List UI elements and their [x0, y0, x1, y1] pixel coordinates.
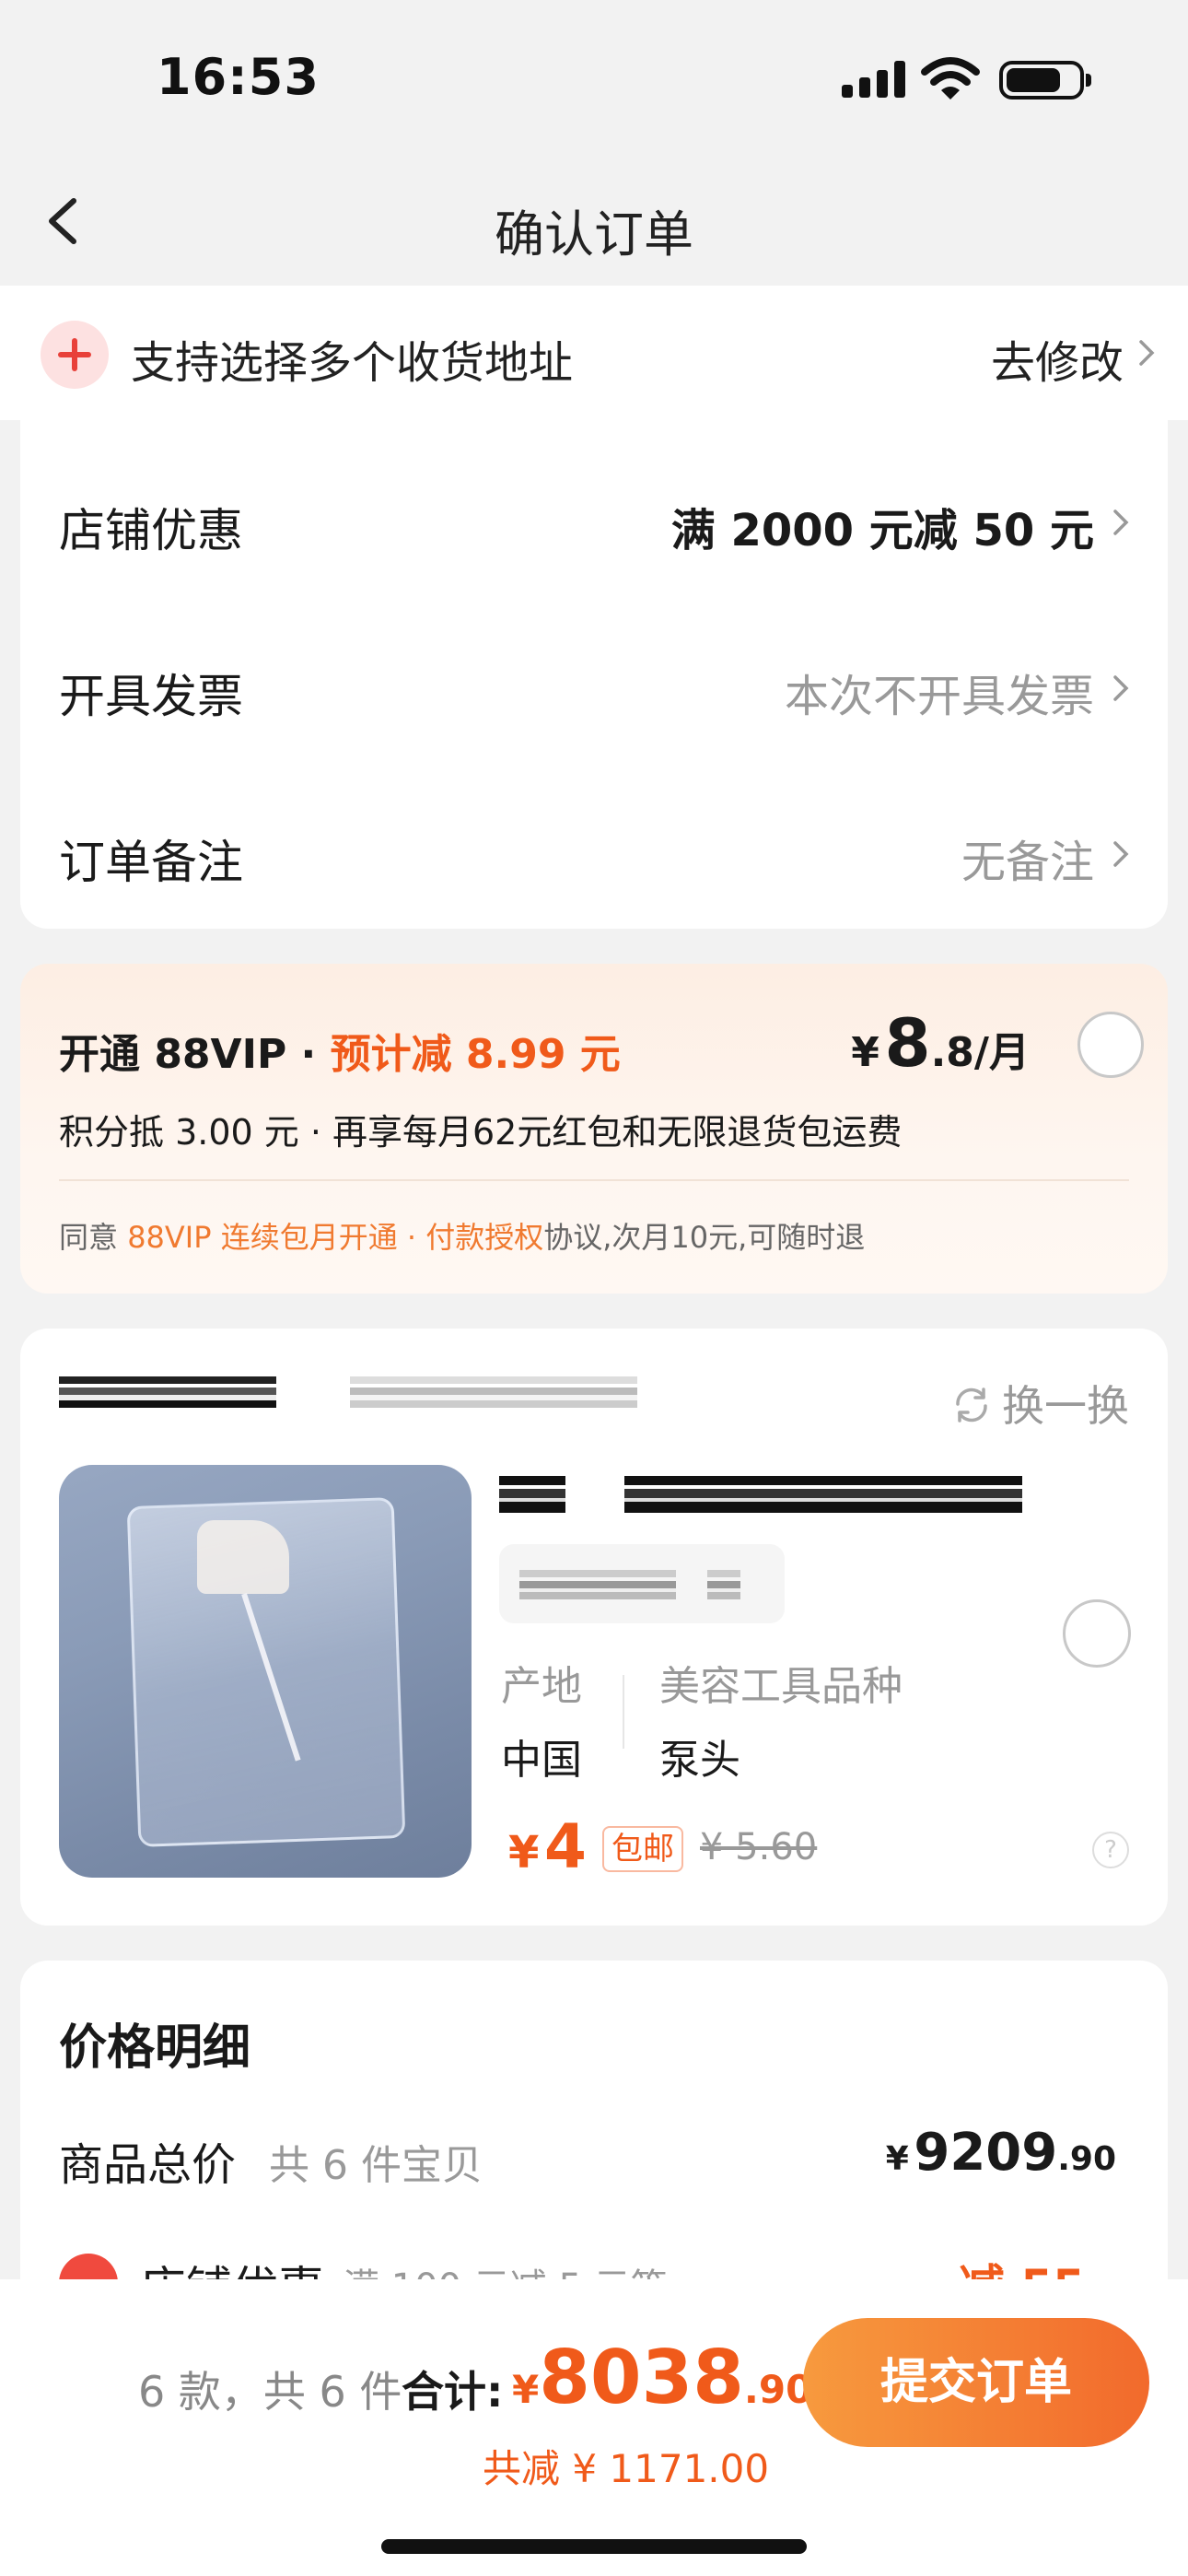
chevron-right-icon	[1107, 840, 1135, 868]
vip-savings: 预计减 8.99 元	[330, 1031, 621, 1078]
total-symbol: ¥	[512, 2367, 540, 2412]
sku-redacted	[707, 1570, 740, 1599]
product-name-redacted	[499, 1476, 565, 1513]
wifi-icon	[921, 55, 980, 101]
total-int: 8038	[539, 2335, 744, 2420]
product-card: 换一换 产地 中国 美容工具品种 泵头 ¥ 4 包邮 ¥ 5.60 ?	[20, 1329, 1168, 1926]
sku-redacted	[519, 1570, 676, 1599]
vip-separator: ·	[286, 1031, 331, 1078]
order-confirm-page: 16:53 确认订单 支持选择多个收货地址 去修改 店铺优惠 满 2000 元减…	[0, 0, 1188, 2576]
option-row-remark[interactable]: 订单备注 无备注	[20, 779, 1168, 918]
goods-count: 共 6 件宝贝	[269, 2142, 483, 2189]
original-price: ¥ 5.60	[700, 1826, 818, 1868]
checkout-bar: 6 款，共 6 件 合计: ¥8038.90 共减 ¥ 1171.00 提交订单	[0, 2279, 1188, 2576]
add-address-icon	[41, 321, 109, 389]
help-icon[interactable]: ?	[1092, 1832, 1129, 1868]
vip-select-radio[interactable]	[1077, 1012, 1144, 1078]
status-bar: 16:53	[0, 0, 1188, 157]
attr-value: 泵头	[659, 1737, 740, 1784]
price-value: 4	[543, 1811, 587, 1882]
order-options-card: 店铺优惠 满 2000 元减 50 元 开具发票 本次不开具发票 订单备注 无备…	[20, 420, 1168, 929]
price-detail-title: 价格明细	[59, 2020, 251, 2076]
chevron-right-icon	[1107, 509, 1135, 536]
vip-promo-card[interactable]: 开通 88VIP · 预计减 8.99 元 ¥ 8.8/月 积分抵 3.00 元…	[20, 964, 1168, 1294]
product-image[interactable]	[59, 1465, 472, 1878]
edit-address-button[interactable]: 去修改	[991, 326, 1124, 391]
total-label: 合计:	[402, 2367, 504, 2417]
total-discount: 共减 ¥ 1171.00	[483, 2446, 770, 2491]
vip-title: 开通 88VIP · 预计减 8.99 元	[59, 1021, 621, 1080]
swap-label: 换一换	[1002, 1381, 1129, 1431]
refresh-icon	[950, 1384, 993, 1426]
vip-agreement: 同意 88VIP 连续包月开通 · 付款授权协议,次月10元,可随时退	[59, 1214, 865, 1257]
submit-order-button[interactable]: 提交订单	[803, 2318, 1149, 2447]
agreement-suffix: 协议,次月10元,可随时退	[543, 1220, 866, 1255]
option-value: 本次不开具发票	[784, 671, 1094, 722]
option-label: 订单备注	[59, 836, 243, 889]
total-price: ¥8038.90	[512, 2335, 812, 2420]
product-select-radio[interactable]	[1063, 1599, 1131, 1668]
swap-button[interactable]: 换一换	[950, 1373, 1129, 1434]
goods-total: ¥ 9209.90	[886, 2123, 1116, 2183]
attr-label: 产地	[501, 1663, 582, 1710]
vip-subtitle: 积分抵 3.00 元 · 再享每月62元红包和无限退货包运费	[59, 1112, 903, 1153]
battery-icon	[999, 61, 1091, 100]
product-name-redacted	[624, 1476, 1022, 1513]
goods-total-int: 9209	[914, 2123, 1058, 2183]
option-value: 满 2000 元减 50 元	[670, 505, 1094, 556]
navigation-bar: 确认订单	[0, 157, 1188, 286]
option-row-shop-discount[interactable]: 店铺优惠 满 2000 元减 50 元	[20, 448, 1168, 586]
cellular-signal-icon	[842, 61, 906, 98]
sku-chip[interactable]	[499, 1544, 785, 1623]
option-label: 店铺优惠	[59, 504, 243, 557]
free-shipping-badge: 包邮	[602, 1826, 683, 1872]
page-title: 确认订单	[495, 205, 693, 263]
shop-info-redacted	[350, 1376, 637, 1408]
divider	[623, 1675, 624, 1749]
address-bar[interactable]: 支持选择多个收货地址 去修改	[0, 286, 1188, 420]
vip-price-int: 8	[884, 1004, 931, 1082]
divider	[59, 1179, 1129, 1181]
home-indicator	[381, 2539, 807, 2554]
goods-total-symbol: ¥	[885, 2140, 909, 2178]
vip-price-symbol: ¥	[851, 1029, 879, 1076]
attr-value: 中国	[501, 1737, 582, 1784]
option-value: 无备注	[961, 837, 1094, 888]
price-symbol: ¥	[508, 1827, 540, 1879]
pump-head-shape	[197, 1520, 289, 1594]
goods-total-dec: .90	[1057, 2140, 1116, 2178]
status-time: 16:53	[157, 48, 320, 106]
vip-price-rest: .8/月	[930, 1029, 1030, 1076]
chevron-right-icon	[1133, 339, 1160, 367]
item-count: 6 款，共 6 件	[138, 2367, 402, 2417]
vip-name: 开通 88VIP	[59, 1031, 287, 1078]
option-label: 开具发票	[59, 670, 243, 723]
product-price: ¥ 4	[508, 1811, 587, 1882]
option-row-invoice[interactable]: 开具发票 本次不开具发票	[20, 614, 1168, 752]
total-dec: .90	[743, 2367, 813, 2412]
vip-price: ¥ 8.8/月	[851, 1004, 1030, 1082]
shop-name-redacted	[59, 1376, 276, 1408]
address-text: 支持选择多个收货地址	[131, 337, 574, 389]
attr-label: 美容工具品种	[659, 1663, 903, 1710]
agreement-prefix: 同意	[59, 1220, 128, 1255]
chevron-right-icon	[1107, 674, 1135, 702]
goods-total-label: 商品总价	[59, 2139, 237, 2191]
agreement-link[interactable]: 88VIP 连续包月开通 · 付款授权	[127, 1220, 543, 1255]
